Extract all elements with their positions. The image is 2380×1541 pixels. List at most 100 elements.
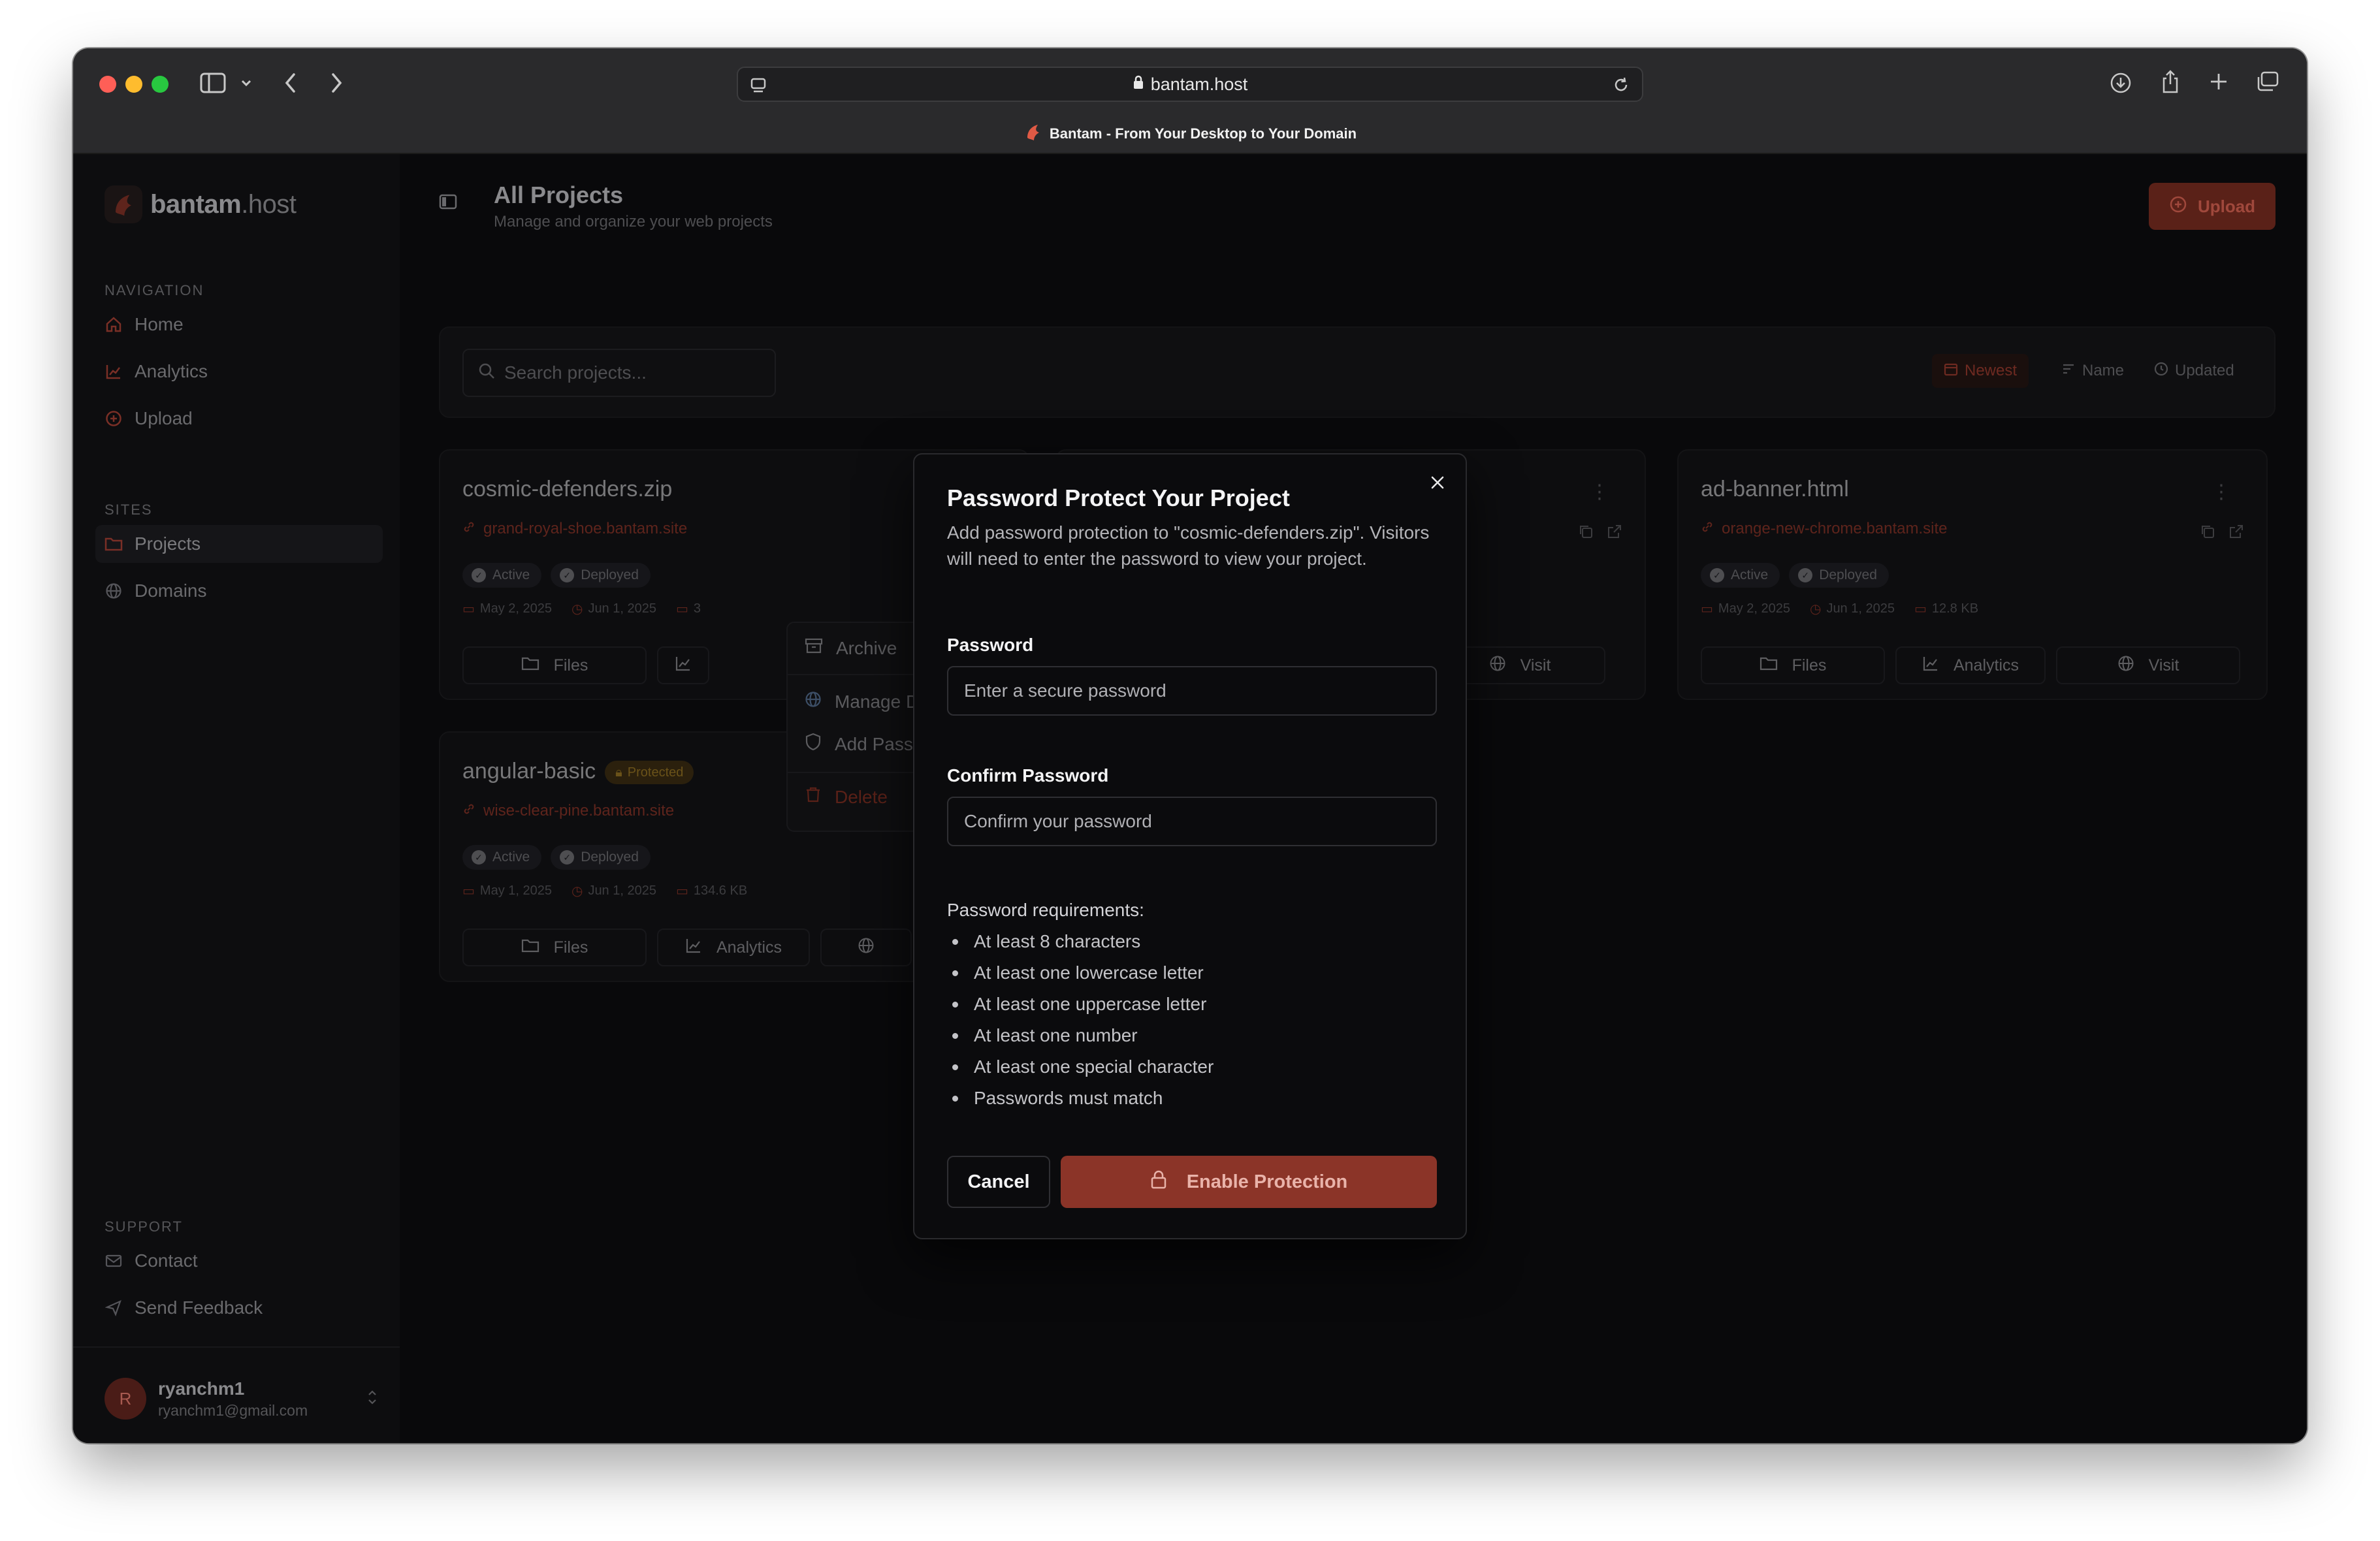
chevron-down-icon[interactable] xyxy=(240,78,252,87)
tab-bar[interactable]: Bantam - From Your Desktop to Your Domai… xyxy=(73,114,2307,154)
sidebar-item-analytics[interactable]: Analytics xyxy=(95,353,383,390)
minimize-window-button[interactable] xyxy=(125,76,142,93)
new-tab-icon[interactable] xyxy=(2209,72,2228,91)
app: bantam.host NAVIGATION Home Analytics Up… xyxy=(73,154,2307,1443)
search-input[interactable]: Search projects... xyxy=(462,349,776,397)
page-title: All Projects xyxy=(494,182,624,208)
confirm-password-label: Confirm Password xyxy=(947,765,1109,786)
archive-icon xyxy=(805,637,823,659)
copy-icon[interactable] xyxy=(2200,524,2215,543)
calendar-icon: ▭ xyxy=(462,602,475,616)
status-badge: ✓ Deployed xyxy=(1789,563,1889,588)
share-icon[interactable] xyxy=(2161,69,2180,94)
sort-name-button[interactable]: Name xyxy=(2061,354,2124,388)
chart-icon xyxy=(675,655,692,676)
visit-button[interactable]: Visit xyxy=(2056,646,2240,684)
close-icon[interactable] xyxy=(1429,474,1446,494)
shield-icon xyxy=(805,733,822,755)
dialog-description: Add password protection to "cosmic-defen… xyxy=(947,522,1430,569)
user-menu[interactable]: R ryanchm1 ryanchm1@gmail.com xyxy=(105,1378,379,1420)
chart-icon xyxy=(1922,655,1939,676)
bantam-favicon-icon xyxy=(1023,122,1043,146)
calendar-icon xyxy=(1944,362,1958,381)
folder-icon xyxy=(105,535,123,553)
project-url-link[interactable]: grand-royal-shoe.bantam.site xyxy=(462,520,687,538)
clock-icon: ◷ xyxy=(1809,602,1822,616)
confirm-password-field[interactable] xyxy=(947,797,1437,846)
sort-updated-button[interactable]: Updated xyxy=(2154,354,2234,388)
plus-circle-icon xyxy=(2169,195,2187,218)
external-link-icon[interactable] xyxy=(2228,524,2244,543)
link-icon xyxy=(462,802,475,820)
clock-icon xyxy=(2154,362,2168,381)
address-bar[interactable]: bantam.host xyxy=(737,67,1643,102)
project-name: cosmic-defenders.zip xyxy=(462,477,673,501)
mail-icon xyxy=(105,1252,123,1270)
sidebar-item-contact[interactable]: Contact xyxy=(95,1242,383,1280)
sidebar-item-projects[interactable]: Projects xyxy=(95,525,383,563)
brand-logo[interactable]: bantam.host xyxy=(105,185,297,223)
tab-title: Bantam - From Your Desktop to Your Domai… xyxy=(1049,125,1357,142)
project-meta: ▭ May 2, 2025 ◷ Jun 1, 2025 ▭ 12.8 KB xyxy=(1701,601,1979,616)
check-icon: ✓ xyxy=(1798,568,1813,582)
analytics-button[interactable]: Analytics xyxy=(657,929,810,966)
files-button[interactable]: Files xyxy=(462,929,647,966)
copy-icon[interactable] xyxy=(1578,524,1594,543)
more-options-icon[interactable]: ⋮ xyxy=(1590,481,1609,503)
more-options-icon[interactable]: ⋮ xyxy=(2211,481,2231,503)
card-actions: Files xyxy=(462,646,720,684)
status-badge: ✓ Active xyxy=(462,845,542,870)
enable-protection-button[interactable]: Enable Protection xyxy=(1061,1156,1437,1208)
chart-icon xyxy=(685,937,702,959)
sites-section-title: SITES xyxy=(105,501,153,518)
sidebar-item-home[interactable]: Home xyxy=(95,306,383,343)
page-menu-icon[interactable] xyxy=(750,77,767,99)
send-icon xyxy=(105,1299,123,1317)
downloads-icon[interactable] xyxy=(2110,72,2132,94)
sidebar-item-upload[interactable]: Upload xyxy=(95,400,383,437)
reload-icon[interactable] xyxy=(1612,76,1630,99)
panel-collapse-icon[interactable] xyxy=(439,193,457,214)
password-field[interactable] xyxy=(947,666,1437,716)
sidebar-item-send-feedback[interactable]: Send Feedback xyxy=(95,1289,383,1327)
sidebar-divider xyxy=(73,1346,400,1348)
requirements-list: At least 8 characters At least one lower… xyxy=(947,926,1214,1114)
sort-newest-button[interactable]: Newest xyxy=(1932,354,2029,388)
user-info: ryanchm1 ryanchm1@gmail.com xyxy=(158,1378,308,1420)
search-icon xyxy=(478,362,495,384)
check-icon: ✓ xyxy=(560,568,575,582)
menu-item-archive[interactable]: Archive xyxy=(805,637,897,659)
menu-item-delete[interactable]: Delete xyxy=(805,786,888,808)
project-card[interactable]: ad-banner.html ⋮ orange-new-chrome.banta… xyxy=(1677,449,2268,700)
project-url-link[interactable]: wise-clear-pine.bantam.site xyxy=(462,802,674,820)
forward-icon[interactable] xyxy=(329,72,344,94)
sidebar: bantam.host NAVIGATION Home Analytics Up… xyxy=(73,154,400,1443)
tab-overview-icon[interactable] xyxy=(2256,71,2279,93)
link-icon xyxy=(462,520,475,538)
protected-badge: 🔒︎ Protected xyxy=(605,761,694,785)
sidebar-toggle-icon[interactable] xyxy=(200,72,226,94)
project-name: angular-basic 🔒︎ Protected xyxy=(462,759,694,785)
cancel-button[interactable]: Cancel xyxy=(947,1156,1050,1208)
plus-circle-icon xyxy=(105,409,123,428)
project-url-link[interactable]: orange-new-chrome.bantam.site xyxy=(1701,520,1948,538)
sidebar-item-domains[interactable]: Domains xyxy=(95,572,383,610)
check-icon: ✓ xyxy=(472,568,486,582)
close-window-button[interactable] xyxy=(99,76,116,93)
brand-name: bantam.host xyxy=(150,189,297,219)
zoom-window-button[interactable] xyxy=(152,76,169,93)
external-link-icon[interactable] xyxy=(1607,524,1622,543)
card-link-icons xyxy=(2187,524,2244,543)
back-icon[interactable] xyxy=(283,72,298,94)
files-button[interactable]: Files xyxy=(462,646,647,684)
files-button[interactable]: Files xyxy=(1701,646,1885,684)
user-email: ryanchm1@gmail.com xyxy=(158,1401,308,1419)
globe-icon xyxy=(105,582,123,600)
analytics-button[interactable] xyxy=(657,646,709,684)
list-item: At least one lowercase letter xyxy=(947,957,1214,989)
visit-button[interactable] xyxy=(820,929,912,966)
upload-button[interactable]: Upload xyxy=(2149,183,2275,230)
lock-icon: 🔒︎ xyxy=(615,765,622,780)
navigation-section-title: NAVIGATION xyxy=(105,282,204,298)
analytics-button[interactable]: Analytics xyxy=(1895,646,2046,684)
